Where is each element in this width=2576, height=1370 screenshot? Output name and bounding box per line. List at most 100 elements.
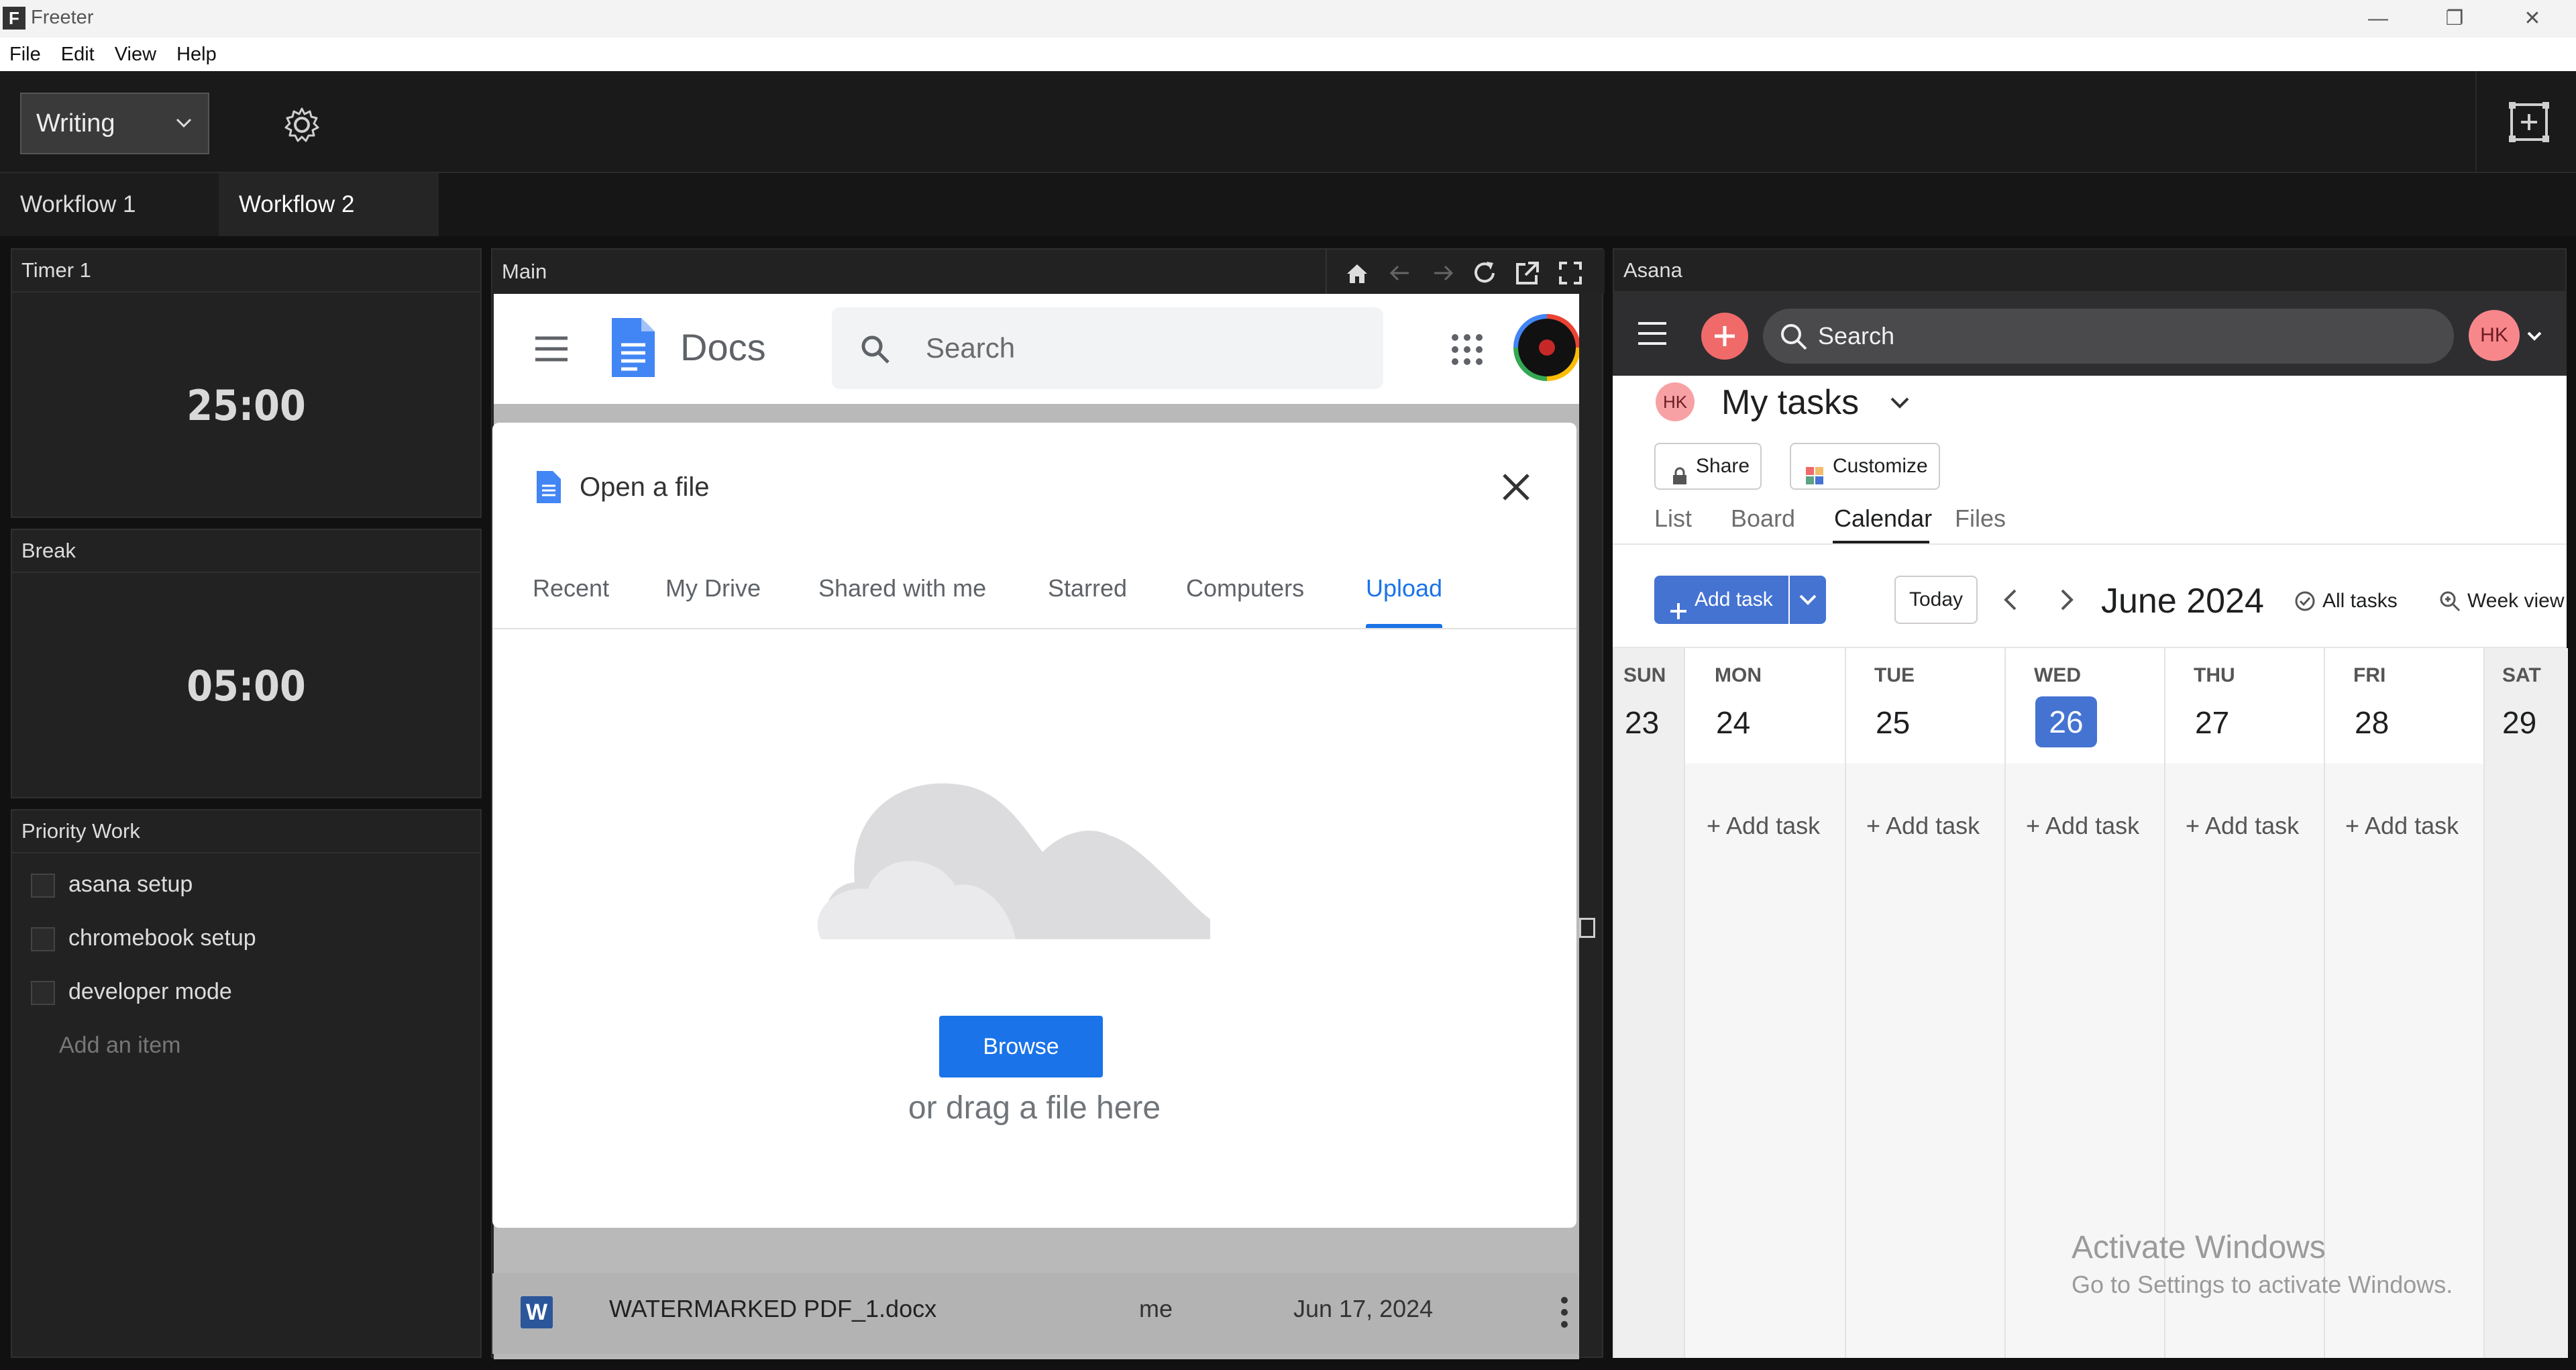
share-button[interactable]: Share [1654, 443, 1762, 490]
view-tab-calendar[interactable]: Calendar [1834, 505, 1932, 533]
avatar: HK [1656, 382, 1695, 421]
more-options-icon[interactable] [1559, 1295, 1570, 1330]
add-task-cell-label: Add task [1886, 812, 1980, 839]
docs-search-box[interactable]: Search [832, 307, 1383, 389]
file-name[interactable]: WATERMARKED PDF_1.docx [609, 1295, 936, 1323]
docs-search-input[interactable]: Search [926, 307, 1015, 389]
add-task-cell-label: Add task [2045, 812, 2140, 839]
apps-grid-icon[interactable] [1449, 331, 1485, 368]
add-task-cell[interactable]: + Add task [2186, 812, 2299, 840]
menu-file[interactable]: File [0, 38, 52, 71]
tab-upload[interactable]: Upload [1366, 574, 1442, 602]
todo-item[interactable]: developer mode [31, 971, 232, 1012]
gear-icon[interactable] [282, 105, 322, 145]
browse-button[interactable]: Browse [939, 1016, 1103, 1077]
add-item-input[interactable]: Add an item [59, 1025, 180, 1065]
avatar[interactable]: HK [2469, 310, 2520, 361]
menu-view[interactable]: View [105, 38, 167, 71]
toolbar-divider [2475, 71, 2477, 173]
restore-icon[interactable]: ❐ [2418, 0, 2491, 38]
timer-title: Timer 1 [21, 258, 91, 282]
browser-header: Main [492, 250, 1605, 294]
week-view-label: Week view [2467, 590, 2565, 612]
tab-starred[interactable]: Starred [1048, 574, 1127, 602]
word-file-icon: W [521, 1296, 553, 1328]
divider [12, 572, 480, 573]
day-number: 23 [1625, 705, 1660, 740]
todo-widget: Priority Work asana setup chromebook set… [11, 809, 482, 1358]
avatar-dot [1539, 339, 1555, 356]
view-tab-board[interactable]: Board [1731, 505, 1795, 533]
minimize-icon[interactable]: — [2341, 0, 2415, 38]
forward-icon[interactable] [1428, 258, 1458, 288]
todo-item[interactable]: asana setup [31, 864, 193, 904]
add-task-cell[interactable]: + Add task [2026, 812, 2139, 840]
tab-recent[interactable]: Recent [533, 574, 609, 602]
close-icon[interactable] [1499, 470, 1534, 505]
add-task-cell[interactable]: + Add task [1866, 812, 1980, 840]
day-number: 25 [1876, 705, 1911, 740]
tab-workflow-1[interactable]: Workflow 1 [0, 173, 219, 236]
hamburger-icon[interactable] [534, 333, 569, 365]
asana-search-input[interactable]: Search [1818, 309, 1894, 364]
add-task-cell[interactable]: + Add task [1707, 812, 1820, 840]
checkbox[interactable] [31, 981, 55, 1006]
create-button[interactable] [1701, 313, 1748, 360]
docs-app-name: Docs [680, 326, 766, 368]
dialog-title: Open a file [580, 472, 710, 502]
all-tasks-filter[interactable]: All tasks [2294, 588, 2398, 615]
customize-button[interactable]: Customize [1790, 443, 1940, 490]
todo-item-label: developer mode [68, 979, 232, 1004]
tab-computers[interactable]: Computers [1186, 574, 1304, 602]
file-list-row[interactable]: W WATERMARKED PDF_1.docx me Jun 17, 2024 [492, 1273, 1578, 1354]
avatar[interactable] [1513, 314, 1579, 381]
docs-logo-icon [609, 315, 657, 380]
menu-edit[interactable]: Edit [52, 38, 105, 71]
today-button[interactable]: Today [1894, 576, 1978, 624]
hamburger-icon[interactable] [1637, 319, 1668, 348]
timer-title: Break [21, 539, 76, 562]
week-view-toggle[interactable]: Week view [2439, 588, 2567, 615]
add-task-cell[interactable]: + Add task [2345, 812, 2459, 840]
activate-windows-title: Activate Windows [2072, 1230, 2326, 1265]
open-external-icon[interactable] [1512, 258, 1543, 288]
view-tab-list[interactable]: List [1654, 505, 1692, 533]
tab-my-drive[interactable]: My Drive [665, 574, 761, 602]
reload-icon[interactable] [1469, 258, 1500, 288]
tab-shared-with-me[interactable]: Shared with me [818, 574, 986, 602]
asana-search-box[interactable]: Search [1763, 309, 2454, 364]
zoom-icon [2439, 590, 2461, 612]
day-number: 28 [2355, 705, 2390, 740]
menu-bar: File Edit View Help [0, 38, 2576, 71]
checkbox[interactable] [31, 874, 55, 898]
divider [12, 291, 480, 293]
tab-workflow-2[interactable]: Workflow 2 [219, 173, 439, 236]
title-bar: F Freeter — ❐ ✕ [0, 0, 2576, 38]
chevron-right-icon[interactable] [2053, 586, 2080, 613]
month-label: June 2024 [2101, 582, 2264, 621]
chevron-down-icon[interactable] [1889, 392, 1911, 413]
menu-help[interactable]: Help [167, 38, 227, 71]
workspace-select[interactable]: Writing [20, 93, 209, 154]
add-task-dropdown[interactable] [1790, 576, 1826, 624]
cloud-illustration-icon [808, 718, 1237, 959]
back-icon[interactable] [1385, 258, 1415, 288]
day-name: TUE [1874, 664, 1915, 686]
timer-value[interactable]: 25:00 [12, 381, 480, 430]
todo-item[interactable]: chromebook setup [31, 918, 256, 958]
customize-label: Customize [1833, 455, 1928, 477]
fullscreen-icon[interactable] [1555, 258, 1586, 288]
calendar-day-column [2324, 648, 2485, 1358]
window-title: Freeter [31, 7, 94, 28]
view-tab-files[interactable]: Files [1955, 505, 2006, 533]
chevron-left-icon[interactable] [1998, 586, 2025, 613]
file-date: Jun 17, 2024 [1293, 1295, 1434, 1322]
timer-value[interactable]: 05:00 [12, 662, 480, 710]
checkbox[interactable] [31, 927, 55, 952]
add-task-button[interactable]: Add task [1654, 576, 1788, 624]
close-window-icon[interactable]: ✕ [2496, 0, 2569, 38]
edit-layout-icon[interactable] [2508, 101, 2551, 144]
chevron-down-icon[interactable] [2526, 327, 2542, 344]
home-icon[interactable] [1342, 258, 1373, 288]
avatar-image [1518, 319, 1576, 376]
